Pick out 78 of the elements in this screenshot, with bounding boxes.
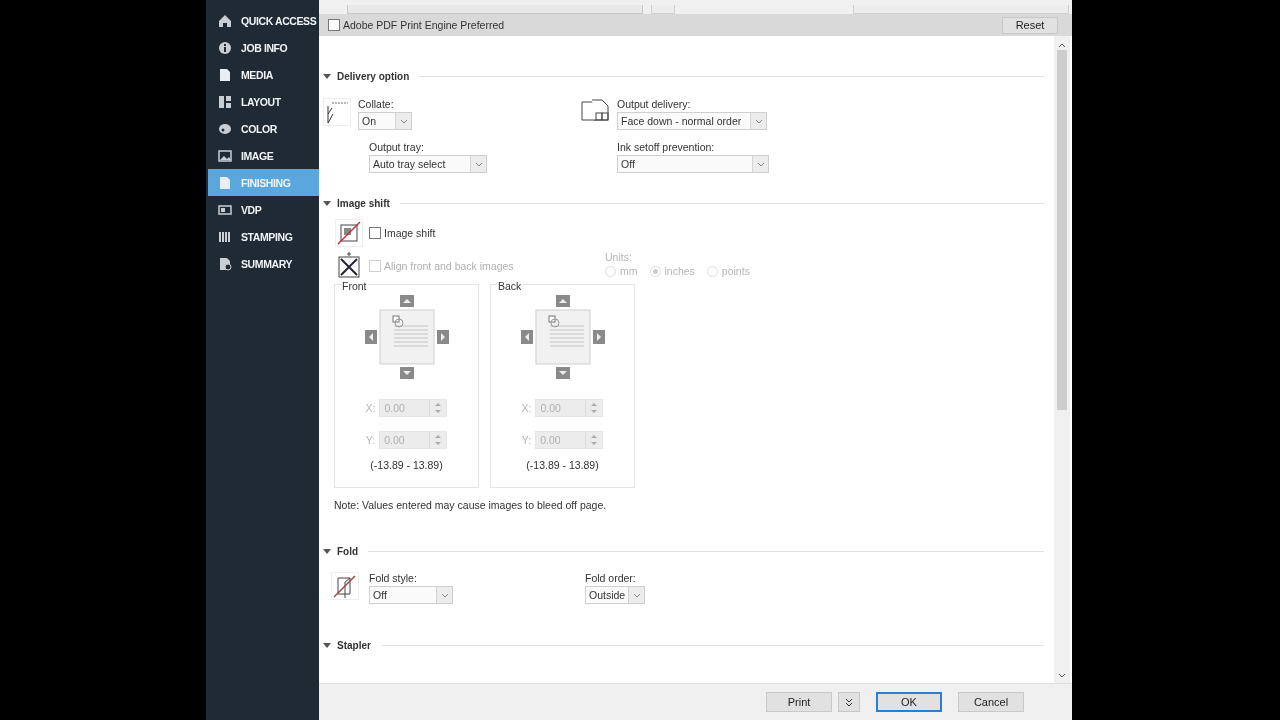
info-icon [218,40,232,55]
field-label: Units: [605,251,633,263]
print-options-button[interactable] [838,692,860,712]
page-position-drawing[interactable] [364,295,449,379]
axis-label: X: [365,402,376,414]
image-shift-icon [335,219,363,247]
panel-title: Back [497,280,523,292]
print-button[interactable]: Print [766,692,832,712]
field-label: Collate: [358,98,395,110]
checkbox-label: Adobe PDF Print Engine Preferred [343,19,505,31]
dropdown-field[interactable]: On [358,112,412,130]
page-position-drawing[interactable] [520,295,605,379]
radio-label: inches [664,265,695,277]
field-label: Output tray: [369,141,425,153]
sidebar-item[interactable]: SUMMARY [208,250,319,277]
double-chevron-icon [845,697,853,707]
layout-icon [218,94,232,109]
radio-dot-icon [652,268,658,274]
field-label: Fold style: [369,572,418,584]
section-title: Fold [337,545,359,557]
collapse-triangle-icon[interactable] [323,641,331,649]
stacked-pages-icon [581,98,611,124]
sidebar-item[interactable]: LAYOUT [208,88,319,115]
dropdown-field[interactable]: Face down - normal order [617,112,767,130]
dropdown-caret-icon [756,161,765,167]
sidebar-item[interactable]: QUICK ACCESS [208,7,319,34]
radio-label: points [721,265,750,277]
sidebar-item[interactable]: STAMPING [208,223,319,250]
dropdown-caret-icon [754,118,763,124]
panel-title: Front [341,280,368,292]
collate-icon [323,98,351,126]
dropdown-field[interactable]: Auto tray select [369,155,487,173]
fold-icon [331,572,359,600]
sidebar-item[interactable]: MEDIA [208,61,319,88]
field-label: Output delivery: [617,98,692,110]
dropdown-field[interactable]: Off [369,586,453,604]
axis-label: Y: [521,434,532,446]
dropdown-caret-icon [399,118,408,124]
dropdown-caret-icon [440,592,449,598]
axis-label: X: [521,402,532,414]
collapse-triangle-icon[interactable] [323,199,331,207]
sidebar-item[interactable]: COLOR [208,115,319,142]
note-text: Note: Values entered may cause images to bleed off page. [334,499,608,511]
palette-icon [218,121,232,136]
dropdown-field[interactable]: Outside [585,586,645,604]
dropdown-caret-icon [474,161,483,167]
dropdown-caret-icon [632,592,641,598]
field-label: Fold order: [585,572,637,584]
checkbox-label: Image shift [384,227,436,239]
range-text: (-13.89 - 13.89) [526,459,599,471]
page-icon [218,67,232,82]
section-title: Stapler [337,639,371,651]
image-icon [218,148,232,163]
checkbox-label: Align front and back images [384,260,514,272]
sidebar-item[interactable]: JOB INFO [208,34,319,61]
range-text: (-13.89 - 13.89) [370,459,443,471]
section-title: Image shift [337,197,390,209]
field-label: Ink setoff prevention: [617,141,716,153]
section-title: Delivery option [337,70,410,82]
scrollbar[interactable] [1054,36,1070,683]
document-icon [218,256,232,271]
align-pages-icon [335,251,363,281]
sidebar-item[interactable]: IMAGE [208,142,319,169]
checkbox[interactable] [369,227,381,239]
axis-label: Y: [365,434,376,446]
home-icon [218,13,232,28]
cancel-button[interactable]: Cancel [958,692,1024,712]
ok-button[interactable]: OK [876,692,942,712]
checkbox[interactable] [328,19,340,31]
page-icon [218,175,232,190]
collapse-triangle-icon[interactable] [323,72,331,80]
dropdown-field[interactable]: Off [617,155,769,173]
bars-icon [218,229,232,244]
radio-label: mm [620,265,638,277]
collapse-triangle-icon[interactable] [323,547,331,555]
reset-button[interactable]: Reset [1002,16,1058,34]
sidebar-item[interactable]: VDP [208,196,319,223]
card-icon [218,202,232,217]
